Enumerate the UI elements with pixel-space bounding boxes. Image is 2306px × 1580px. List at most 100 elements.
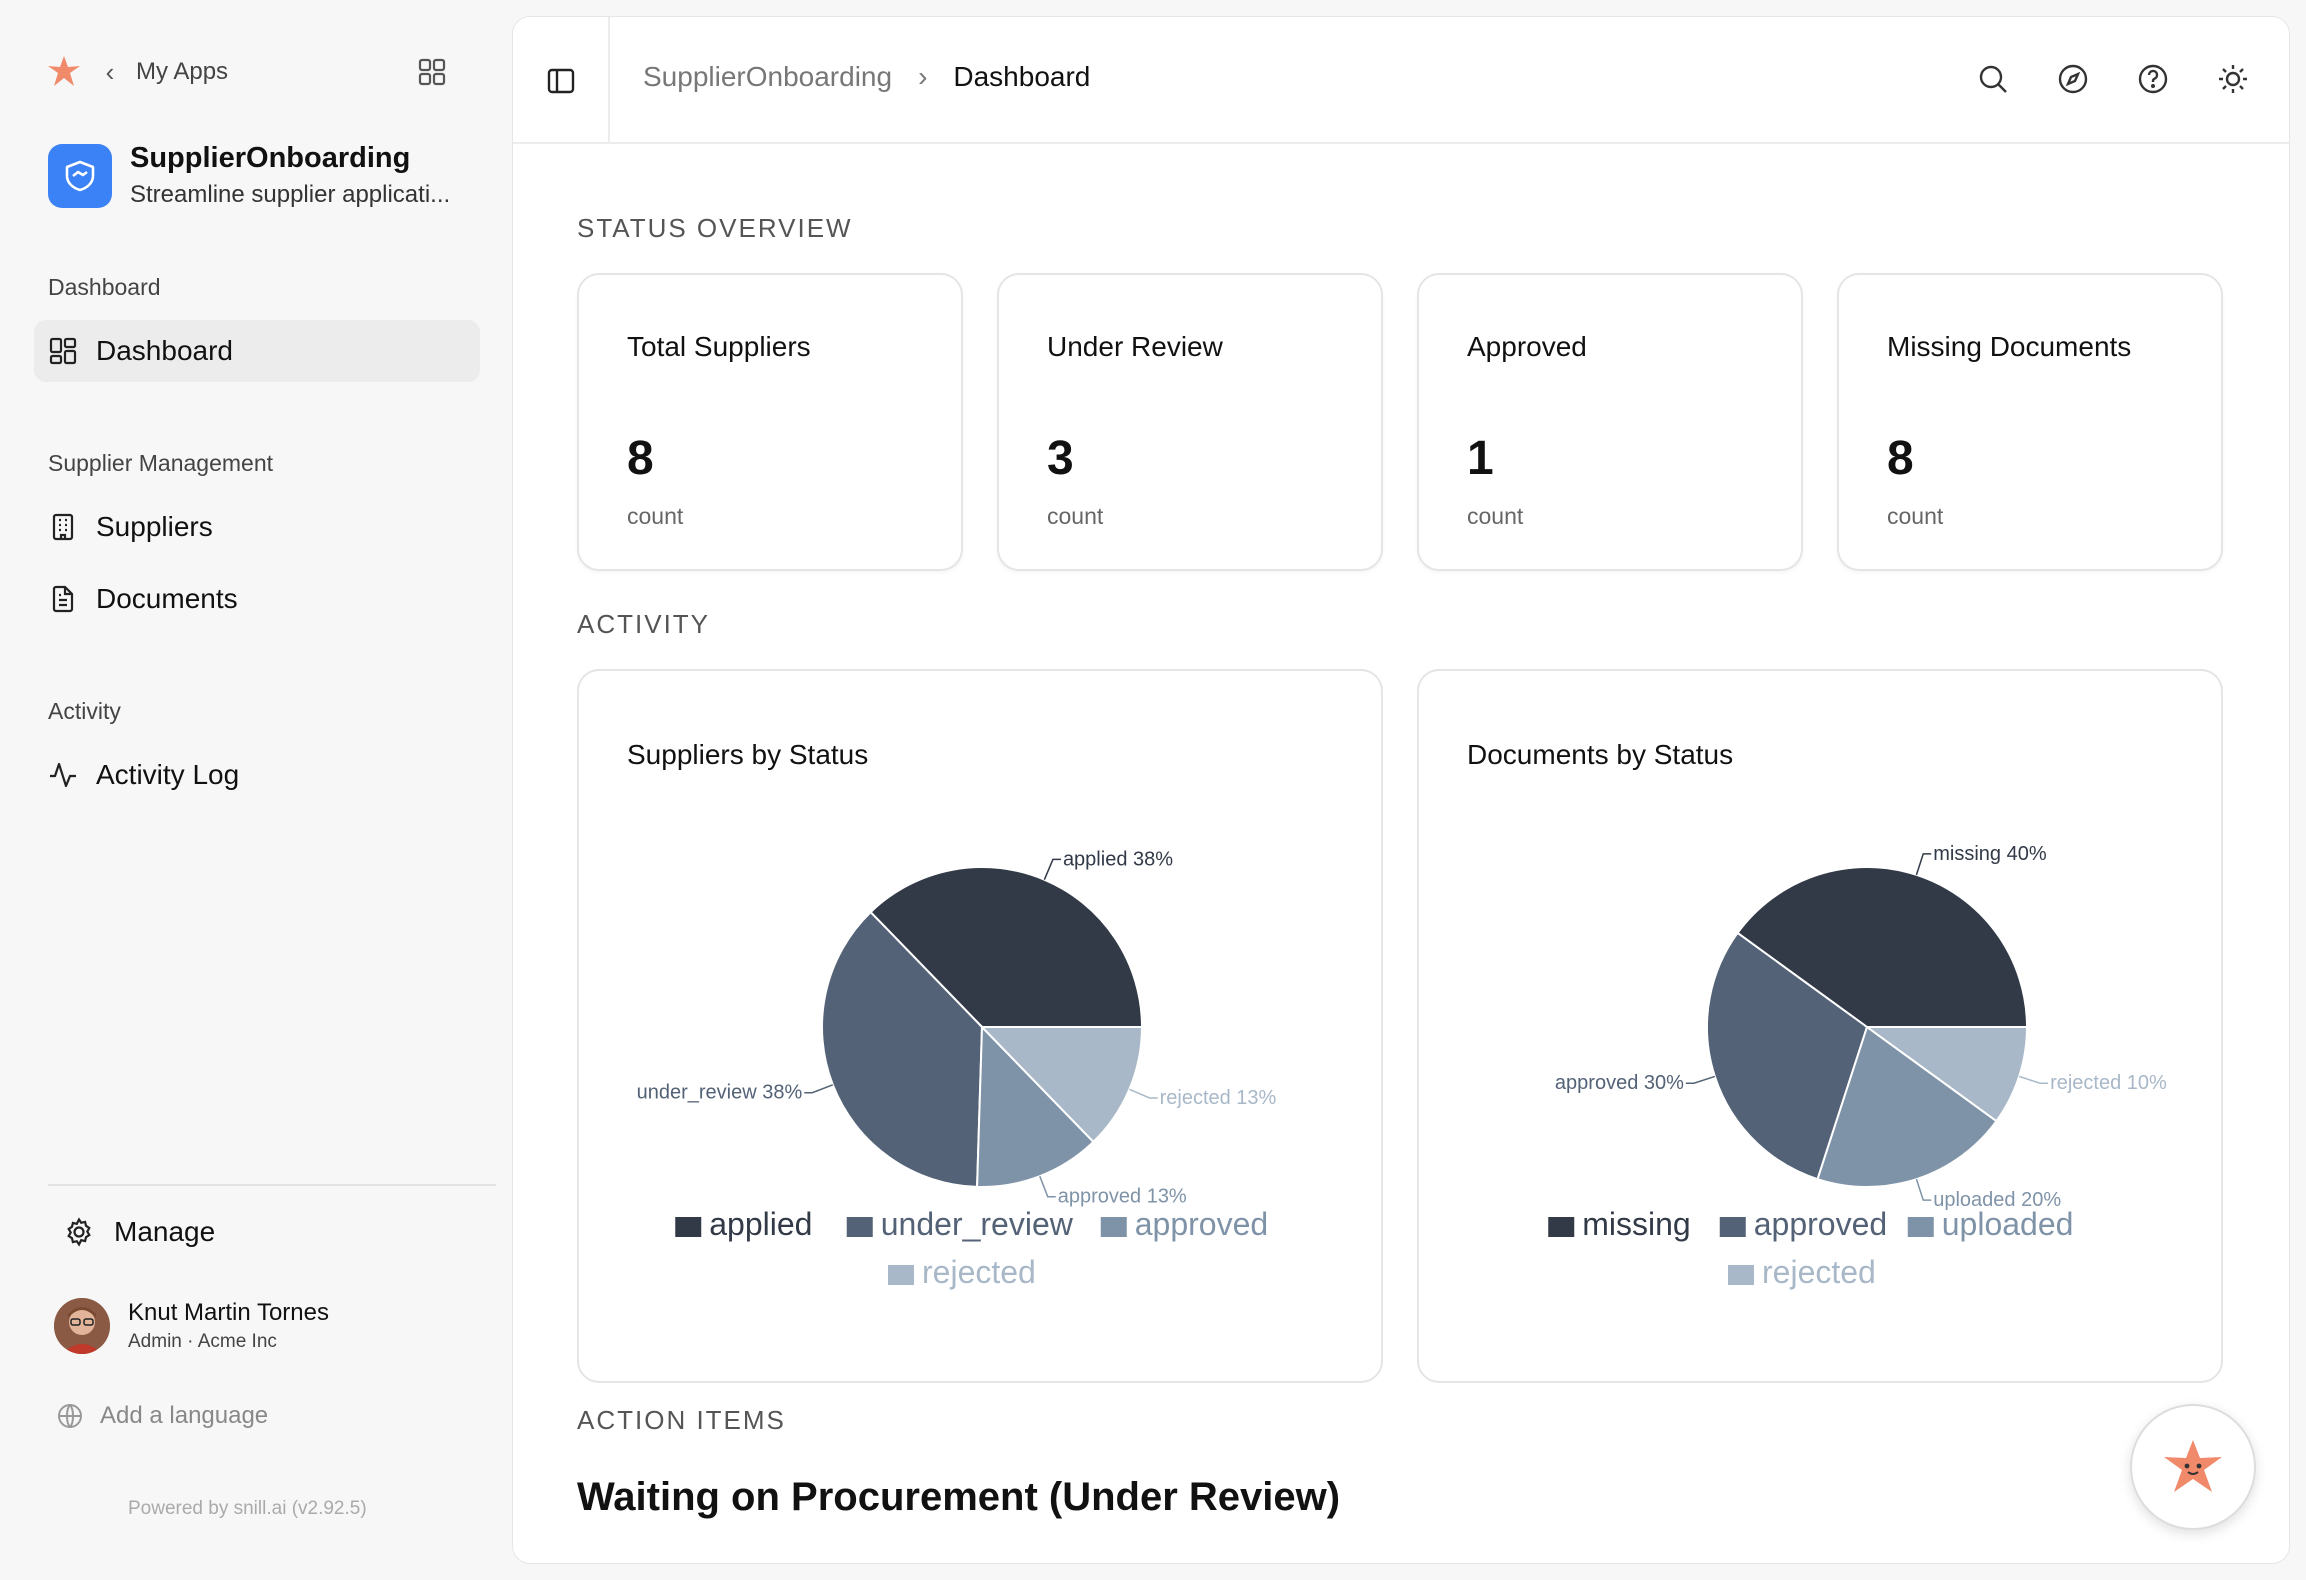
legend-item-rejected[interactable]: rejected: [1762, 1254, 1876, 1290]
stat-card-approved[interactable]: Approved 1 count: [1417, 273, 1803, 571]
pie-chart-suppliers: applied 38% under_review 38% approved 13% r…: [637, 848, 1277, 1290]
legend-swatch-applied: [675, 1217, 702, 1237]
sidebar-item-dashboard[interactable]: Dashboard: [34, 320, 480, 382]
stat-unit: count: [1047, 503, 1104, 529]
app-name: SupplierOnboarding: [130, 142, 411, 174]
stat-value: 3: [1047, 432, 1074, 485]
my-apps-link[interactable]: My Apps: [136, 58, 228, 86]
sun-icon[interactable]: [2215, 61, 2251, 97]
assistant-button[interactable]: [2130, 1404, 2256, 1530]
manage-label: Manage: [114, 1216, 216, 1247]
snill-logo-icon: [48, 56, 80, 86]
pie-label-line: [1039, 1175, 1056, 1198]
sidebar-item-label: Activity Log: [96, 759, 240, 790]
stat-unit: count: [1887, 503, 1944, 529]
sidebar-item-label: Suppliers: [96, 511, 213, 542]
pie-label-line: [804, 1084, 834, 1094]
manage-button[interactable]: Manage: [64, 1216, 215, 1248]
stat-card-under-review[interactable]: Under Review 3 count: [997, 273, 1383, 571]
stat-title: Approved: [1467, 331, 1587, 362]
pie-label-approved: approved 30%: [1555, 1072, 1684, 1094]
layout-dashboard-icon: [48, 336, 78, 366]
pie-label-approved: approved 13%: [1058, 1186, 1187, 1208]
pie-chart-documents: missing 40%approved 30%uploaded 20%rejec…: [1548, 843, 2167, 1290]
stat-value: 1: [1467, 432, 1494, 485]
section-label-supplier-management: Supplier Management: [48, 450, 274, 476]
stat-title: Total Suppliers: [627, 331, 811, 362]
app-header: SupplierOnboarding Streamline supplier a…: [48, 142, 450, 209]
pie-label-line: [1685, 1075, 1716, 1084]
pie-label-line: [1129, 1088, 1158, 1099]
sidebar-toggle-button[interactable]: [513, 17, 610, 144]
apps-grid-icon[interactable]: [418, 58, 446, 86]
pie-label-line: [1043, 858, 1061, 880]
section-label-dashboard: Dashboard: [48, 274, 161, 300]
legend-item-approved[interactable]: approved: [1754, 1206, 1887, 1242]
search-icon[interactable]: [1975, 61, 2011, 97]
stat-value: 8: [1887, 432, 1914, 485]
chart-card-documents-by-status: Documents by Status missing 40% approved …: [1417, 669, 2223, 1383]
add-language-button[interactable]: Add a language: [56, 1402, 268, 1430]
legend-swatch-missing: [1548, 1217, 1575, 1237]
avatar: [54, 1298, 110, 1354]
legend-swatch-uploaded: [1907, 1217, 1934, 1237]
sidebar-item-suppliers[interactable]: Suppliers: [34, 496, 480, 558]
chevron-right-icon: ›: [918, 61, 928, 92]
gear-icon: [67, 1217, 91, 1247]
add-language-label: Add a language: [100, 1402, 269, 1429]
action-items-title: Waiting on Procurement (Under Review): [577, 1475, 1341, 1519]
legend-item-missing[interactable]: missing: [1582, 1206, 1690, 1242]
sidebar-item-documents[interactable]: Documents: [34, 568, 480, 630]
legend-swatch-rejected: [1728, 1265, 1754, 1285]
handshake-icon: [48, 143, 112, 208]
app-description: Streamline supplier applicati...: [130, 181, 451, 208]
compass-icon[interactable]: [2055, 61, 2091, 97]
pie-label-rejected: rejected 13%: [1160, 1087, 1277, 1109]
stat-card-missing-documents[interactable]: Missing Documents 8 count: [1837, 273, 2223, 571]
breadcrumb: SupplierOnboarding › Dashboard: [643, 61, 1090, 93]
user-profile[interactable]: Knut Martin Tornes Admin · Acme Inc: [54, 1298, 329, 1354]
section-label-activity: Activity: [48, 698, 121, 724]
legend-swatch-approved: [1100, 1217, 1127, 1237]
legend-swatch-rejected: [888, 1265, 914, 1285]
pie-label-under_review: under_review 38%: [637, 1082, 803, 1104]
sidebar-item-activity-log[interactable]: Activity Log: [34, 744, 480, 806]
legend-swatch-under_review: [846, 1217, 873, 1237]
breadcrumb-app[interactable]: SupplierOnboarding: [643, 61, 892, 93]
legend-item-approved[interactable]: approved: [1135, 1206, 1268, 1242]
back-to-apps[interactable]: ‹ My Apps: [44, 52, 228, 92]
pie-label-missing: missing 40%: [1933, 843, 2047, 865]
activity-icon: [48, 760, 78, 790]
action-items-heading: ACTION ITEMS: [577, 1405, 786, 1435]
sidebar: ‹ My Apps SupplierOnboarding Streamline …: [0, 0, 510, 1580]
file-text-icon: [48, 584, 78, 614]
status-overview-heading: STATUS OVERVIEW: [577, 213, 853, 243]
sidebar-item-label: Documents: [96, 583, 238, 614]
chart-title: Suppliers by Status: [627, 739, 869, 770]
top-actions: [1975, 61, 2251, 97]
help-icon[interactable]: [2135, 61, 2171, 97]
chart-card-suppliers-by-status: Suppliers by Status applied 38% under_rev…: [577, 669, 1383, 1383]
main-panel: SupplierOnboarding › Dashboard STATUS OV…: [512, 16, 2290, 1564]
legend-item-under_review[interactable]: under_review: [881, 1206, 1074, 1242]
sidebar-divider: [48, 1184, 496, 1186]
stat-title: Under Review: [1047, 331, 1223, 362]
stat-unit: count: [1467, 503, 1524, 529]
legend-item-rejected[interactable]: rejected: [922, 1254, 1036, 1290]
stat-value: 8: [627, 432, 654, 485]
activity-heading: ACTIVITY: [577, 609, 711, 639]
pie-label-line: [1915, 853, 1932, 876]
chevron-left-icon: ‹: [105, 56, 115, 87]
legend-item-uploaded[interactable]: uploaded: [1942, 1206, 2074, 1242]
snill-assistant-icon: [2164, 1440, 2222, 1492]
chart-title: Documents by Status: [1467, 739, 1734, 770]
stat-unit: count: [627, 503, 684, 529]
panel-left-icon: [547, 68, 574, 93]
legend-swatch-approved: [1719, 1217, 1746, 1237]
legend-item-applied[interactable]: applied: [709, 1206, 812, 1242]
stat-title: Missing Documents: [1887, 331, 2132, 362]
stat-card-total-suppliers[interactable]: Total Suppliers 8 count: [577, 273, 963, 571]
pie-label-line: [1915, 1178, 1932, 1201]
breadcrumb-current: Dashboard: [953, 61, 1091, 92]
pie-label-applied: applied 38%: [1063, 848, 1173, 870]
